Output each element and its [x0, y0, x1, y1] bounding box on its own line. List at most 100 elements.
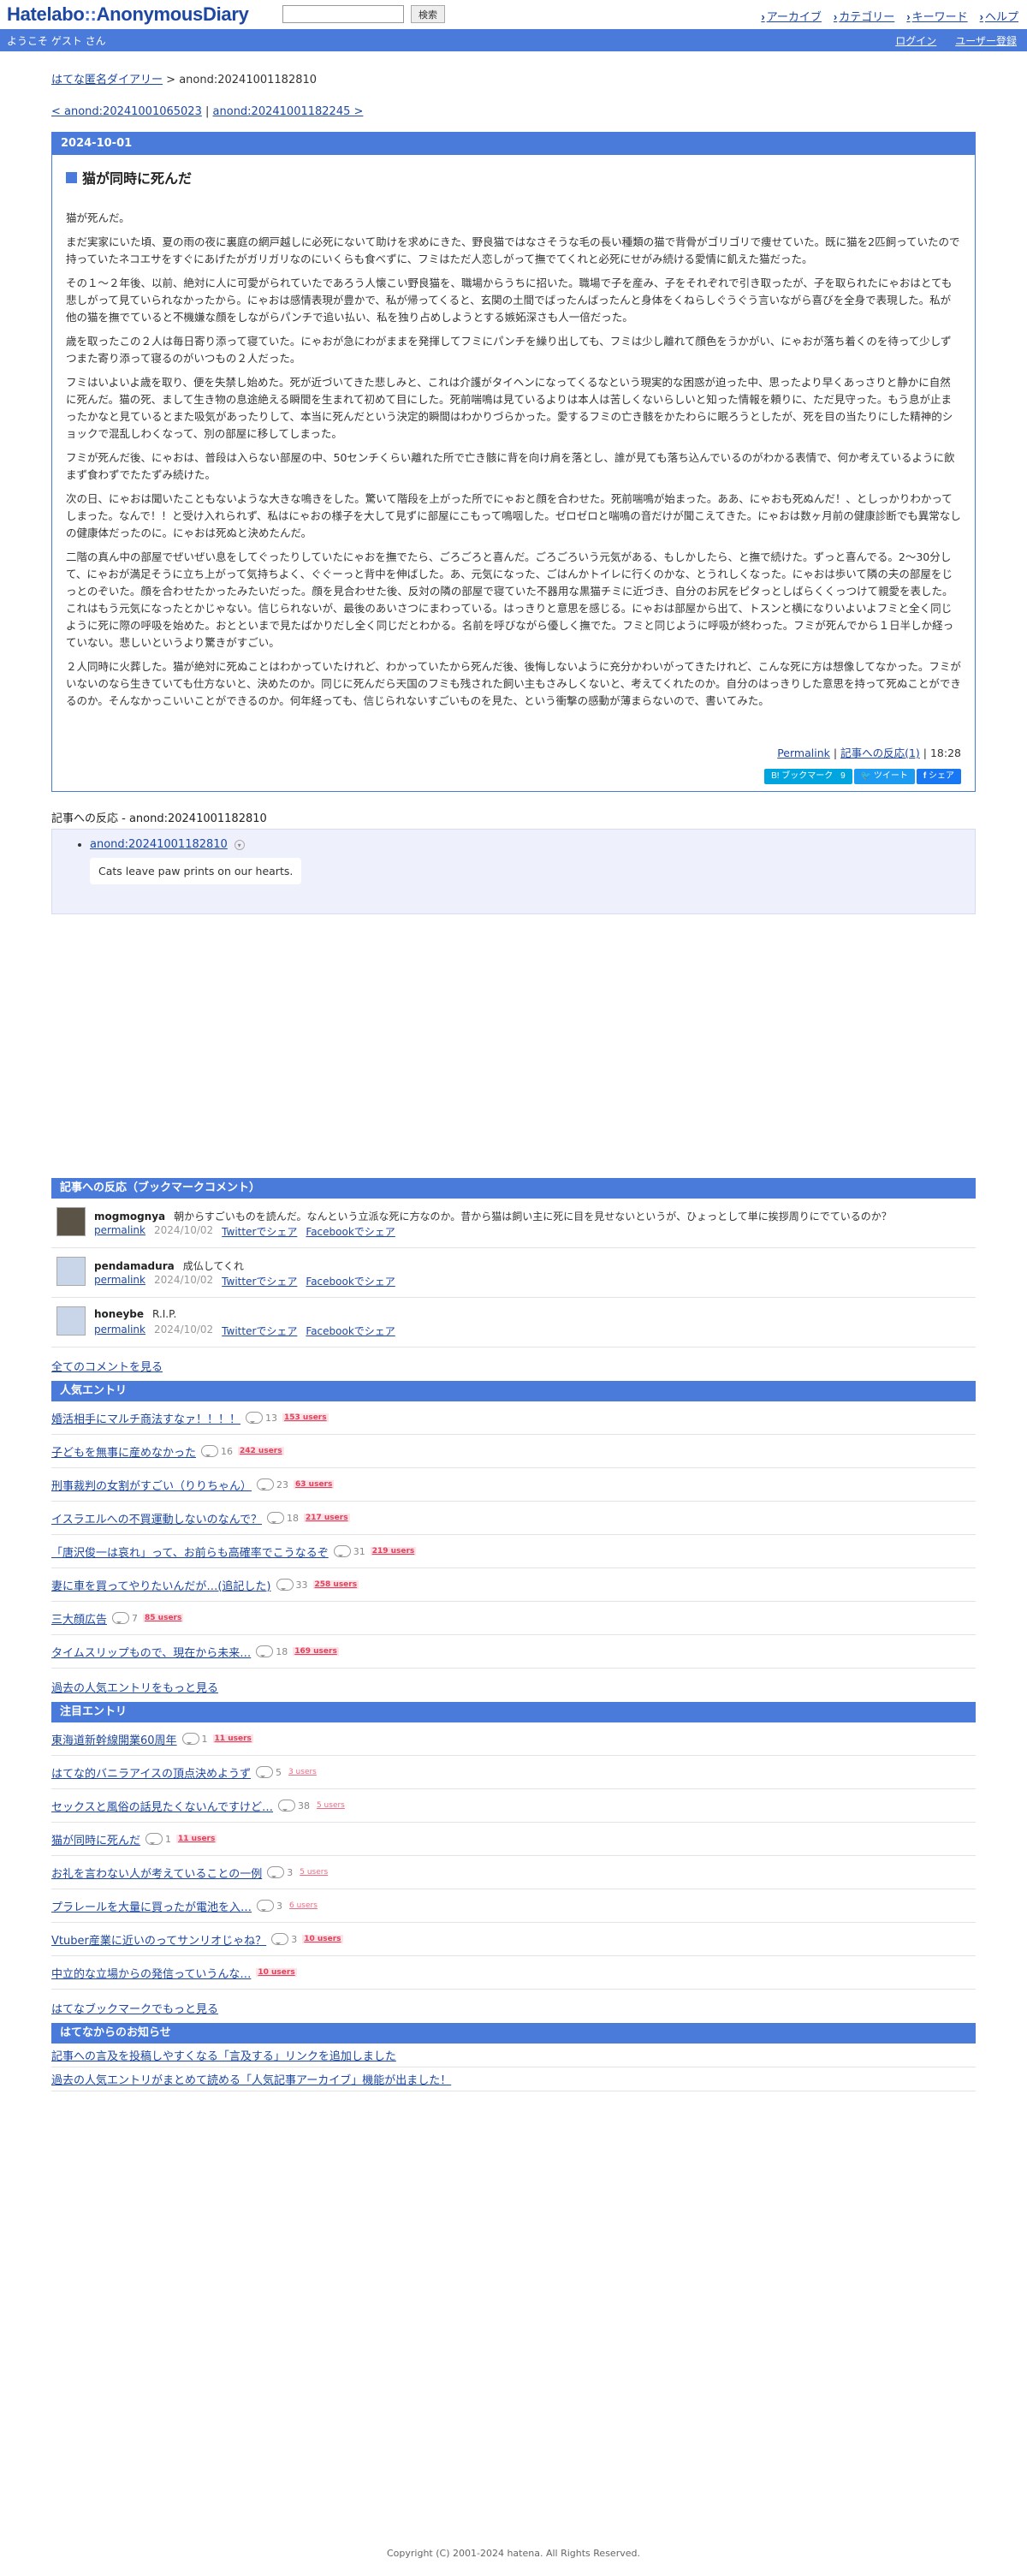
- comment-count[interactable]: 3: [257, 1900, 282, 1912]
- comment-count[interactable]: 3: [267, 1866, 293, 1878]
- users-badge[interactable]: 3 users: [287, 1768, 318, 1776]
- entry-link[interactable]: 婚活相手にマルチ商法すなァ！！！！: [51, 1410, 240, 1426]
- users-badge[interactable]: 85 users: [143, 1614, 184, 1622]
- permalink-link[interactable]: Permalink: [777, 747, 830, 759]
- bookmark-user[interactable]: mogmognya: [94, 1211, 165, 1223]
- comment-count[interactable]: 18: [266, 1512, 299, 1524]
- comment-count[interactable]: 31: [333, 1545, 365, 1557]
- nav-category-link[interactable]: カテゴリー: [834, 8, 894, 24]
- nav-keyword-link[interactable]: キーワード: [906, 8, 968, 24]
- users-badge[interactable]: 219 users: [370, 1547, 417, 1556]
- users-badge[interactable]: 11 users: [176, 1835, 217, 1843]
- entry-link[interactable]: イスラエルへの不買運動しないのなんで？: [51, 1510, 262, 1526]
- entry-link[interactable]: 妻に車を買ってやりたいんだが…(追記した): [51, 1577, 271, 1593]
- entry-link[interactable]: 東海道新幹線開業60周年: [51, 1731, 177, 1747]
- login-link[interactable]: ログイン: [895, 33, 936, 48]
- comment-count[interactable]: 18: [256, 1645, 288, 1657]
- prev-entry-link[interactable]: < anond:20241001065023: [51, 105, 202, 118]
- users-badge[interactable]: 242 users: [238, 1447, 284, 1455]
- comment-count-value: 5: [275, 1766, 282, 1778]
- comment-count[interactable]: 33: [276, 1579, 308, 1591]
- entry-title-text: 猫が同時に死んだ: [82, 170, 193, 187]
- comment-count-value: 1: [201, 1733, 208, 1745]
- facebook-share-link[interactable]: Facebookでシェア: [306, 1224, 395, 1239]
- entry-paragraph: 猫が死んだ。: [66, 211, 130, 224]
- comment-count-value: 18: [286, 1512, 299, 1524]
- users-badge[interactable]: 258 users: [312, 1580, 359, 1589]
- users-badge[interactable]: 5 users: [298, 1868, 329, 1877]
- facebook-share-link[interactable]: Facebookでシェア: [306, 1324, 395, 1338]
- users-badge[interactable]: 169 users: [293, 1647, 339, 1656]
- bookmark-permalink[interactable]: permalink: [94, 1274, 145, 1288]
- comment-count[interactable]: 1: [145, 1833, 171, 1845]
- users-badge[interactable]: 5 users: [315, 1801, 347, 1810]
- entry-link[interactable]: はてな的バニラアイスの頂点決めようず: [51, 1764, 251, 1781]
- twitter-share-link[interactable]: Twitterでシェア: [222, 1224, 297, 1239]
- chevron-down-icon[interactable]: ▾: [234, 839, 245, 850]
- users-badge[interactable]: 10 users: [302, 1935, 343, 1943]
- users-badge[interactable]: 63 users: [294, 1480, 335, 1489]
- reaction-link[interactable]: anond:20241001182810: [90, 838, 228, 851]
- comment-count[interactable]: 1: [181, 1733, 208, 1745]
- avatar[interactable]: [56, 1306, 86, 1336]
- entry-link[interactable]: 刑事裁判の女割がすごい（りりちゃん）: [51, 1477, 252, 1493]
- register-link[interactable]: ユーザー登録: [955, 33, 1017, 48]
- popular-more-link[interactable]: 過去の人気エントリをもっと見る: [51, 1679, 976, 1695]
- users-badge[interactable]: 217 users: [303, 1514, 350, 1522]
- entry-link[interactable]: 猫が同時に死んだ: [51, 1831, 140, 1847]
- entry-row: セックスと風俗の話見たくないんですけど… 38 5 users: [51, 1789, 976, 1823]
- comment-count[interactable]: 3: [271, 1933, 297, 1945]
- popular-entries-heading: 人気エントリ: [51, 1381, 976, 1401]
- comment-count[interactable]: 38: [277, 1800, 310, 1812]
- comment-count[interactable]: 5: [255, 1766, 282, 1778]
- users-badge[interactable]: 10 users: [256, 1968, 297, 1977]
- hatena-bookmark-button[interactable]: B! ブックマーク 9: [764, 769, 852, 784]
- news-link[interactable]: 過去の人気エントリがまとめて読める「人気記事アーカイブ」機能が出ました！: [51, 2071, 451, 2087]
- tweet-button[interactable]: 🐦 ツイート: [853, 769, 915, 784]
- entry-link[interactable]: お礼を言わない人が考えていることの一例: [51, 1865, 262, 1881]
- twitter-share-link[interactable]: Twitterでシェア: [222, 1324, 297, 1338]
- nav-archive-link[interactable]: アーカイブ: [761, 8, 822, 24]
- comment-count[interactable]: 23: [257, 1478, 288, 1490]
- comment-count[interactable]: 7: [112, 1612, 138, 1624]
- entry-link[interactable]: セックスと風俗の話見たくないんですけど…: [51, 1798, 273, 1814]
- prev-next-nav: < anond:20241001065023 | anond:202410011…: [51, 105, 976, 118]
- entry-link[interactable]: Vtuber産業に近いのってサンリオじゃね？: [51, 1931, 266, 1948]
- entry-link[interactable]: 「唐沢俊一は哀れ」って、お前らも高確率でこうなるぞ: [51, 1544, 329, 1560]
- bookmark-permalink[interactable]: permalink: [94, 1324, 145, 1338]
- facebook-share-link[interactable]: Facebookでシェア: [306, 1274, 395, 1288]
- breadcrumb-separator: >: [166, 74, 176, 86]
- comment-count[interactable]: 16: [201, 1445, 233, 1457]
- avatar[interactable]: [56, 1257, 86, 1286]
- reactions-link[interactable]: 記事への反応(1): [840, 747, 920, 759]
- notable-more-link[interactable]: はてなブックマークでもっと見る: [51, 2000, 976, 2016]
- entry-link[interactable]: 子どもを無事に産めなかった: [51, 1443, 196, 1460]
- entry-row: 三大顔広告 7 85 users: [51, 1602, 976, 1635]
- next-entry-link[interactable]: anond:20241001182245 >: [213, 105, 364, 118]
- site-logo[interactable]: Hatelabo::AnonymousDiary: [7, 3, 249, 26]
- bookmark-user[interactable]: pendamadura: [94, 1260, 175, 1272]
- all-comments-link[interactable]: 全てのコメントを見る: [51, 1358, 976, 1374]
- twitter-share-link[interactable]: Twitterでシェア: [222, 1274, 297, 1288]
- search-input[interactable]: [282, 5, 404, 23]
- entry-link[interactable]: タイムスリップもので、現在から未来…: [51, 1644, 251, 1660]
- breadcrumb-home-link[interactable]: はてな匿名ダイアリー: [51, 74, 163, 86]
- users-badge[interactable]: 6 users: [288, 1901, 319, 1910]
- bookmark-user[interactable]: honeybe: [94, 1308, 144, 1320]
- entry-link[interactable]: プラレールを大量に買ったが電池を入…: [51, 1898, 252, 1914]
- comment-count-value: 3: [291, 1933, 298, 1945]
- comment-count[interactable]: 13: [246, 1412, 277, 1424]
- news-link[interactable]: 記事への言及を投稿しやすくなる「言及する」リンクを追加しました: [51, 2047, 396, 2063]
- entry-link[interactable]: 三大顔広告: [51, 1610, 107, 1627]
- bookmark-permalink[interactable]: permalink: [94, 1224, 145, 1239]
- facebook-share-button[interactable]: f シェア: [916, 769, 961, 784]
- nav-help-link[interactable]: ヘルプ: [980, 8, 1018, 24]
- search-button[interactable]: 検索: [411, 5, 445, 23]
- copyright: Copyright (C) 2001-2024 hatena. All Righ…: [387, 2548, 640, 2559]
- users-badge[interactable]: 11 users: [212, 1734, 253, 1743]
- avatar[interactable]: [56, 1207, 86, 1236]
- entry-paragraph: 歳を取ったこの２人は毎日寄り添って寝ていた。にゃおが急にわがままを発揮してフミに…: [66, 335, 952, 365]
- speech-bubble-icon: [277, 1800, 295, 1812]
- users-badge[interactable]: 153 users: [282, 1413, 329, 1422]
- entry-link[interactable]: 中立的な立場からの発信っていうんな…: [51, 1965, 251, 1981]
